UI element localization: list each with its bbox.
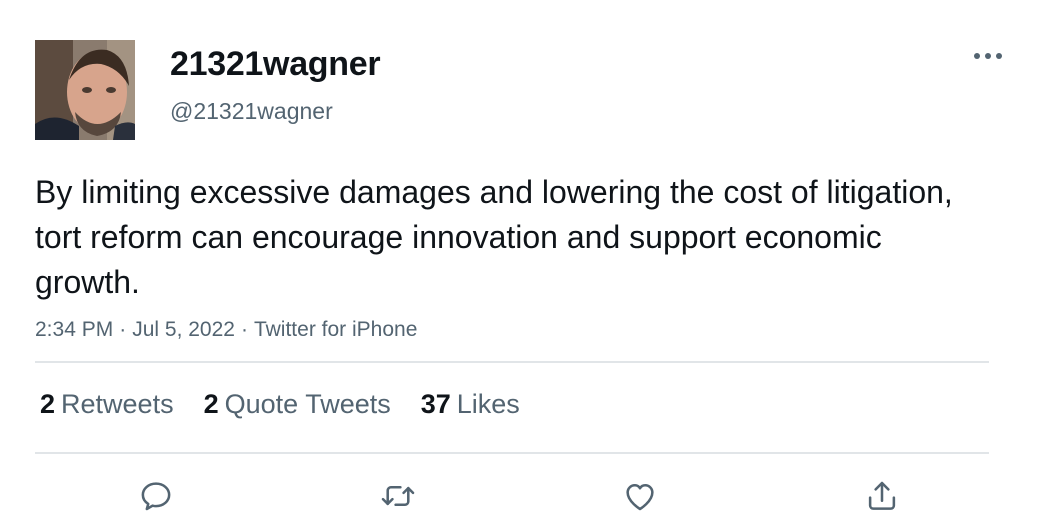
retweets-stat[interactable]: 2 Retweets	[40, 389, 174, 420]
quote-tweets-count: 2	[203, 388, 219, 419]
user-photo	[35, 40, 135, 140]
tweet-text: By limiting excessive damages and loweri…	[35, 174, 953, 300]
tweet-card: 21321wagner @21321wagner By limiting exc…	[0, 0, 1050, 525]
tweet-meta: 2:34 PM · Jul 5, 2022 · Twitter for iPhone	[35, 315, 417, 345]
share-icon	[868, 481, 896, 510]
reply-icon	[141, 482, 171, 511]
like-icon	[626, 483, 654, 511]
quote-tweets-stat[interactable]: 2 Quote Tweets	[204, 389, 391, 420]
divider	[35, 361, 989, 363]
share-button[interactable]	[860, 474, 904, 518]
tweet-time[interactable]: 2:34 PM	[35, 318, 113, 341]
avatar[interactable]	[35, 40, 135, 140]
retweet-icon	[381, 486, 415, 506]
meta-separator: ·	[240, 318, 248, 341]
meta-separator: ·	[119, 318, 127, 341]
display-name[interactable]: 21321wagner	[170, 44, 381, 84]
retweets-count: 2	[40, 388, 56, 419]
likes-label: Likes	[456, 388, 520, 419]
likes-stat[interactable]: 37 Likes	[421, 389, 520, 420]
divider	[35, 452, 989, 454]
user-handle[interactable]: @21321wagner	[170, 96, 333, 126]
reply-button[interactable]	[134, 474, 178, 518]
like-button[interactable]	[618, 474, 662, 518]
likes-count: 37	[420, 388, 451, 419]
tweet-source-link[interactable]: Twitter for iPhone	[254, 318, 417, 341]
quote-tweets-label: Quote Tweets	[224, 388, 391, 419]
tweet-actions	[0, 472, 1050, 518]
tweet-date[interactable]: Jul 5, 2022	[132, 318, 235, 341]
retweet-button[interactable]	[376, 474, 420, 518]
tweet-stats: 2 Retweets 2 Quote Tweets 37 Likes	[40, 386, 550, 422]
more-options-icon[interactable]	[968, 42, 1008, 70]
retweets-label: Retweets	[61, 388, 174, 419]
